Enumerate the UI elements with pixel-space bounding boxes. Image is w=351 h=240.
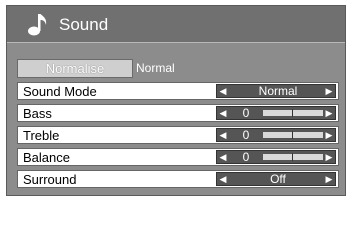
balance-slider-control[interactable]: ◀ 0 ▶	[216, 150, 336, 164]
left-arrow-icon[interactable]: ◀	[218, 107, 228, 119]
surround-row[interactable]: Surround ◀ Off ▶	[17, 170, 339, 188]
right-arrow-icon[interactable]: ▶	[324, 173, 334, 185]
treble-row[interactable]: Treble ◀ 0 ▶	[17, 126, 339, 144]
treble-slider-marker[interactable]	[292, 131, 293, 139]
bass-slider-marker[interactable]	[292, 109, 293, 117]
balance-row[interactable]: Balance ◀ 0 ▶	[17, 148, 339, 166]
sound-mode-selector[interactable]: ◀ Normal ▶	[216, 84, 336, 98]
normalise-status: Normal	[136, 61, 175, 75]
treble-slider[interactable]	[263, 131, 323, 139]
bass-row[interactable]: Bass ◀ 0 ▶	[17, 104, 339, 122]
balance-label: Balance	[23, 150, 70, 165]
surround-value: Off	[270, 172, 286, 186]
right-arrow-icon[interactable]: ▶	[324, 85, 334, 97]
treble-label: Treble	[23, 128, 60, 143]
menu-header: Sound	[7, 6, 345, 43]
sound-mode-label: Sound Mode	[23, 84, 97, 99]
treble-value: 0	[242, 128, 250, 142]
surround-selector[interactable]: ◀ Off ▶	[216, 172, 336, 186]
treble-slider-control[interactable]: ◀ 0 ▶	[216, 128, 336, 142]
right-arrow-icon[interactable]: ▶	[324, 129, 334, 141]
left-arrow-icon[interactable]: ◀	[218, 173, 228, 185]
left-arrow-icon[interactable]: ◀	[218, 151, 228, 163]
sound-menu-panel: Sound Normalise Normal Sound Mode ◀ Norm…	[6, 5, 346, 196]
sound-mode-row[interactable]: Sound Mode ◀ Normal ▶	[17, 82, 339, 100]
sound-mode-value: Normal	[258, 84, 298, 98]
bass-slider-control[interactable]: ◀ 0 ▶	[216, 106, 336, 120]
normalise-button[interactable]: Normalise	[17, 59, 133, 78]
balance-slider-marker[interactable]	[292, 153, 293, 161]
right-arrow-icon[interactable]: ▶	[324, 107, 334, 119]
left-arrow-icon[interactable]: ◀	[218, 85, 228, 97]
bass-label: Bass	[23, 106, 52, 121]
surround-label: Surround	[23, 172, 77, 187]
balance-slider[interactable]	[263, 153, 323, 161]
bass-slider[interactable]	[263, 109, 323, 117]
page-title: Sound	[59, 15, 109, 34]
bass-value: 0	[242, 106, 250, 120]
right-arrow-icon[interactable]: ▶	[324, 151, 334, 163]
left-arrow-icon[interactable]: ◀	[218, 129, 228, 141]
balance-value: 0	[242, 150, 250, 164]
music-note-icon	[28, 14, 47, 36]
